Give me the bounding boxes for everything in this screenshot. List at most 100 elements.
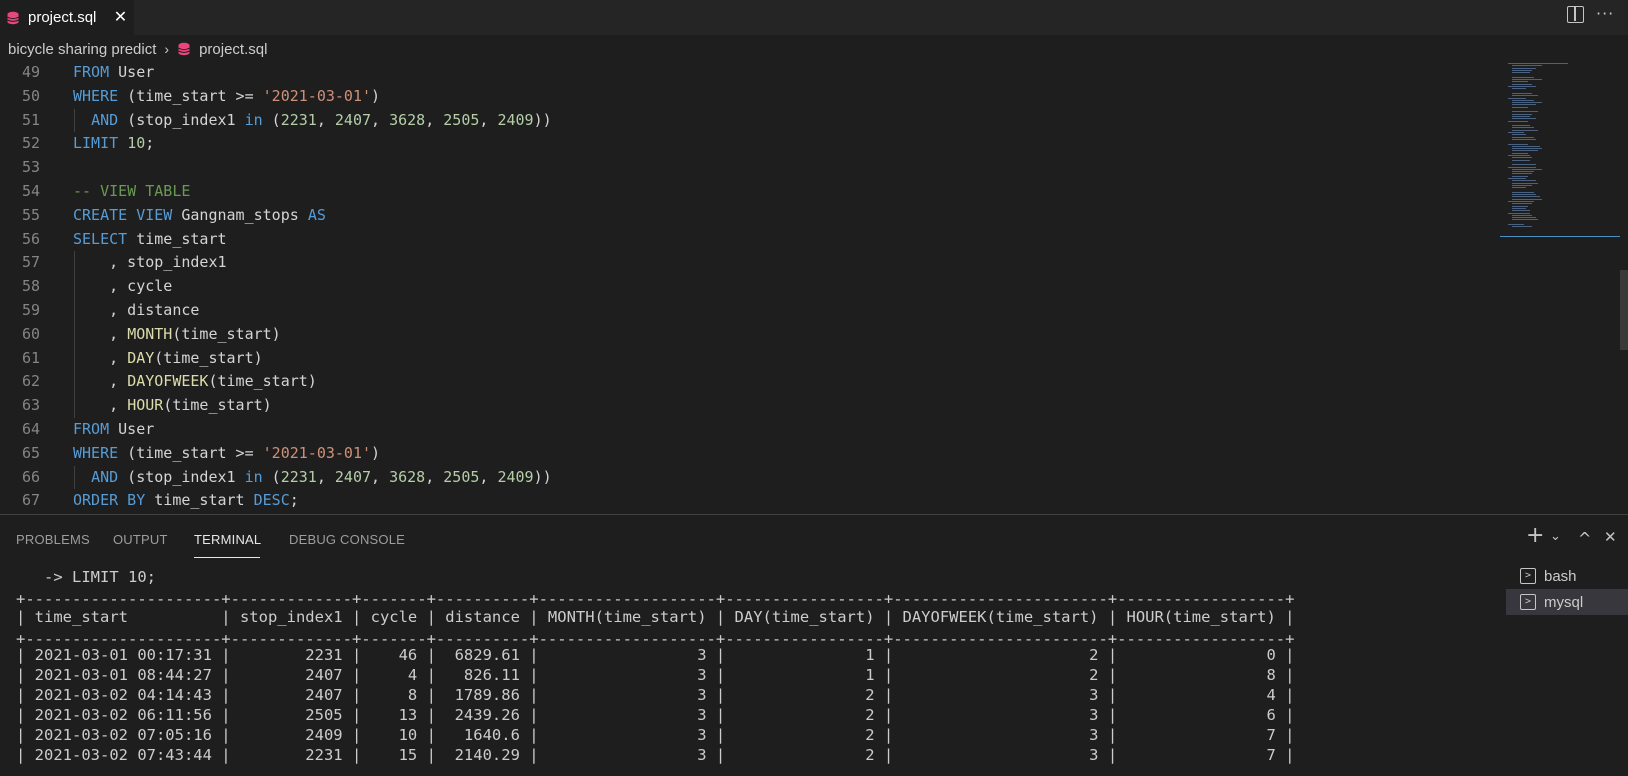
code-line[interactable]: 53 [0, 156, 1500, 180]
tab-problems[interactable]: PROBLEMS [16, 532, 90, 547]
code-line[interactable]: 54 -- VIEW TABLE [0, 180, 1500, 204]
minimap[interactable] [1500, 63, 1620, 243]
line-number: 63 [21, 396, 40, 415]
terminal-output[interactable]: -> LIMIT 10; +---------------------+-----… [0, 565, 1500, 776]
minimap-line [1512, 104, 1536, 106]
code-token: 2505 [443, 467, 480, 486]
code-token: )) [533, 467, 552, 486]
code-text: -- VIEW TABLE [73, 180, 190, 204]
code-line[interactable]: 51 AND (stop_index1 in (2231, 2407, 3628… [0, 109, 1500, 133]
split-editor-icon[interactable] [1567, 6, 1584, 23]
minimap-line [1512, 157, 1532, 159]
code-token: AS [307, 205, 326, 224]
code-line[interactable]: 58 , cycle [0, 275, 1500, 299]
code-token: , [479, 467, 498, 486]
line-number: 52 [21, 134, 40, 153]
code-line[interactable]: 61 , DAY(time_start) [0, 347, 1500, 371]
breadcrumb-file[interactable]: project.sql [199, 41, 267, 58]
minimap-line [1508, 212, 1530, 214]
code-token: , [479, 110, 498, 129]
code-line[interactable]: 57 , stop_index1 [0, 251, 1500, 275]
more-actions-icon[interactable]: ··· [1596, 4, 1614, 23]
code-line[interactable]: 55 CREATE VIEW Gangnam_stops AS [0, 204, 1500, 228]
chevron-down-icon[interactable]: ⌄ [1550, 529, 1561, 544]
code-token: 2409 [497, 467, 534, 486]
line-number: 58 [21, 277, 40, 296]
code-line[interactable]: 59 , distance [0, 299, 1500, 323]
code-token: DAYOFWEEK [127, 372, 209, 391]
minimap-line [1512, 111, 1538, 113]
minimap-line [1512, 196, 1540, 198]
tab-project-sql[interactable]: project.sql ✕ [0, 0, 134, 35]
close-panel-icon[interactable]: ✕ [1604, 528, 1617, 546]
code-token: SELECT [73, 229, 128, 248]
code-token: 2231 [280, 110, 317, 129]
close-icon[interactable]: ✕ [110, 6, 131, 27]
minimap-line [1512, 159, 1530, 161]
code-line[interactable]: 60 , MONTH(time_start) [0, 323, 1500, 347]
minimap-line [1512, 150, 1538, 152]
code-token: in [244, 467, 263, 486]
minimap-line [1512, 134, 1526, 136]
minimap-line [1512, 175, 1528, 177]
breadcrumb-folder[interactable]: bicycle sharing predict [8, 41, 156, 58]
code-token: , [316, 110, 335, 129]
code-token: CREATE [73, 205, 128, 224]
code-text: , MONTH(time_start) [73, 323, 281, 347]
add-terminal-icon[interactable]: + [1526, 523, 1544, 548]
minimap-line [1512, 67, 1536, 69]
code-line[interactable]: 63 , HOUR(time_start) [0, 394, 1500, 418]
minimap-line [1512, 164, 1536, 166]
terminal-line: | 2021-03-01 08:44:27 | 2407 | 4 | 826.1… [16, 666, 1295, 684]
code-line[interactable]: 62 , DAYOFWEEK(time_start) [0, 370, 1500, 394]
minimap-viewport[interactable] [1500, 236, 1620, 237]
panel-tab-bar: PROBLEMS OUTPUT TERMINAL DEBUG CONSOLE +… [0, 515, 1628, 565]
editor-tab-bar: project.sql ✕ ··· [0, 0, 1628, 35]
editor-scrollbar[interactable] [1620, 270, 1628, 350]
code-token: , [425, 110, 444, 129]
line-number: 61 [21, 348, 40, 367]
minimap-line [1512, 173, 1532, 175]
code-text: , distance [73, 299, 199, 323]
code-line[interactable]: 65 WHERE (time_start >= '2021-03-01') [0, 442, 1500, 466]
code-line[interactable]: 49 FROM User [0, 63, 1500, 85]
minimap-line [1512, 92, 1532, 94]
tab-terminal[interactable]: TERMINAL [194, 532, 261, 547]
tab-debug-console[interactable]: DEBUG CONSOLE [289, 532, 405, 547]
active-tab-indicator [194, 557, 260, 558]
terminal-session-bash[interactable]: > bash [1506, 563, 1628, 589]
code-line[interactable]: 56 SELECT time_start [0, 228, 1500, 252]
code-text: SELECT time_start [73, 228, 227, 252]
code-token: (time_start) [172, 324, 281, 343]
tab-output[interactable]: OUTPUT [113, 532, 168, 547]
minimap-line [1512, 95, 1538, 97]
code-token: , cycle [73, 277, 173, 296]
terminal-session-mysql[interactable]: > mysql [1506, 589, 1628, 615]
code-token: User [109, 420, 155, 438]
code-editor[interactable]: 49 FROM User 50 WHERE (time_start >= '2021-… [0, 63, 1628, 514]
minimap-line [1508, 178, 1526, 179]
line-number: 66 [21, 467, 40, 486]
minimap-line [1512, 136, 1534, 138]
minimap-line [1512, 79, 1542, 81]
code-line[interactable]: 52 LIMIT 10; [0, 132, 1500, 156]
code-text: WHERE (time_start >= '2021-03-01') [73, 442, 380, 466]
minimap-line [1508, 166, 1536, 168]
maximize-panel-icon[interactable]: ^ [1578, 529, 1591, 548]
code-token: , [73, 372, 128, 391]
code-line[interactable]: 64 FROM User [0, 418, 1500, 442]
minimap-line [1512, 81, 1528, 83]
line-number: 53 [21, 158, 40, 177]
code-token: , [316, 467, 335, 486]
code-token: AND [91, 110, 119, 129]
line-number: 56 [21, 229, 40, 248]
code-line[interactable]: 66 AND (stop_index1 in (2231, 2407, 3628… [0, 466, 1500, 490]
code-text: FROM User [73, 63, 154, 85]
code-line[interactable]: 50 WHERE (time_start >= '2021-03-01') [0, 85, 1500, 109]
minimap-line [1512, 194, 1536, 196]
code-line[interactable]: 67 ORDER BY time_start DESC; [0, 489, 1500, 513]
code-token: MONTH [127, 324, 173, 343]
code-token: WHERE [73, 86, 119, 105]
code-token: HOUR [127, 396, 164, 415]
